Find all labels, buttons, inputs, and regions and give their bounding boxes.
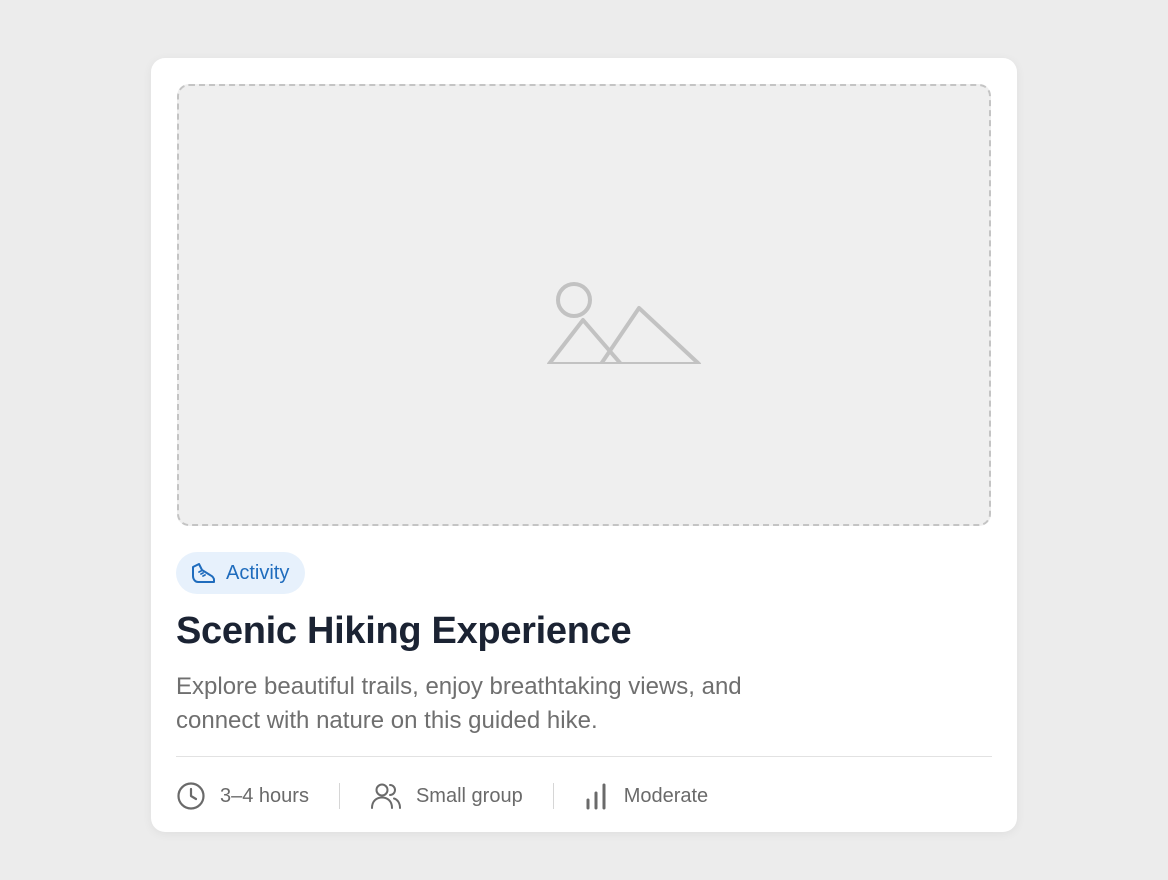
meta-duration-label: 3–4 hours [220,784,309,807]
group-icon [370,783,401,809]
badge-label: Activity [226,561,290,584]
meta-duration: 3–4 hours [176,781,309,811]
category-badge[interactable]: Activity [176,552,306,594]
divider [176,756,992,757]
meta-group-label: Small group [415,784,523,807]
clock-icon [177,782,205,810]
activity-card[interactable]: Activity Scenic Hiking Experience Explor… [151,58,1017,832]
meta-row: 3–4 hours Small group Moderate [176,780,708,812]
shoe-icon [192,563,215,583]
meta-difficulty: Moderate [584,782,709,810]
meta-difficulty-label: Moderate [623,784,709,807]
card-title: Scenic Hiking Experience [176,610,632,652]
meta-separator [552,783,554,809]
meta-group-size: Small group [370,781,523,811]
image-placeholder-icon [547,282,701,364]
image-placeholder [177,84,991,526]
card-description: Explore beautiful trails, enjoy breathta… [176,673,742,734]
meta-separator [338,783,340,809]
difficulty-bars-icon [586,783,606,810]
